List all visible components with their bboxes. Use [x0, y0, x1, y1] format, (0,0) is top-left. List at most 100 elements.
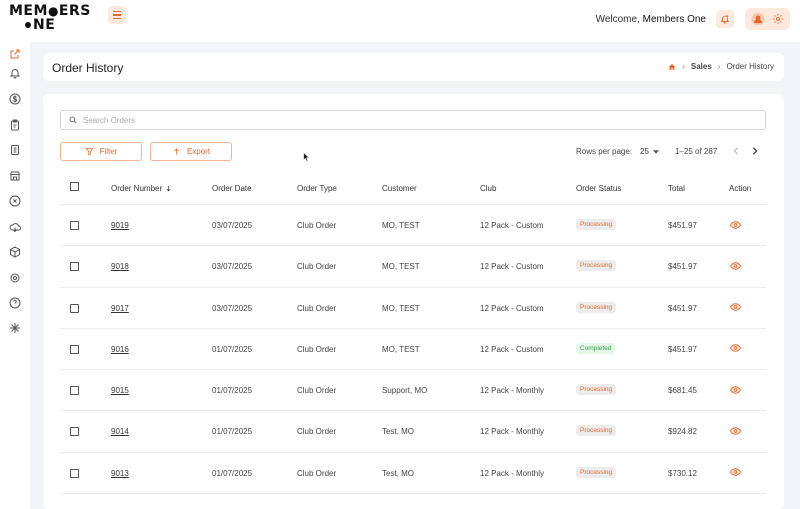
sidebar-item-external[interactable]	[8, 47, 22, 61]
orders-card: Filter Export Rows per page: 25 1–25 of …	[43, 94, 784, 509]
table-row[interactable]: 9016 01/07/2025 Club Order MO, TEST 12 Pack …	[60, 329, 766, 371]
sidebar-item-settings[interactable]	[8, 271, 22, 285]
order-date-cell: 03/07/2025	[212, 303, 253, 313]
row-checkbox[interactable]	[70, 427, 79, 437]
order-number-link[interactable]: 9014	[111, 427, 129, 436]
sidebar-item-documents[interactable]	[8, 143, 22, 157]
view-order-button[interactable]	[730, 468, 741, 477]
settings-gear-icon[interactable]	[772, 13, 784, 25]
view-eye-icon	[730, 344, 741, 353]
sidebar-item-cloud[interactable]	[8, 220, 22, 234]
notifications-button[interactable]	[716, 10, 734, 28]
chevron-left-icon	[733, 147, 739, 155]
status-badge: Processing	[576, 425, 617, 437]
sidebar-item-orders[interactable]	[8, 118, 22, 132]
row-checkbox[interactable]	[70, 221, 79, 230]
table-body: 9019 03/07/2025 Club Order MO, TEST 12 Pack …	[60, 205, 766, 495]
table-row[interactable]: 9018 03/07/2025 Club Order MO, TEST 12 Pack …	[60, 246, 766, 288]
table-row[interactable]: 9017 03/07/2025 Club Order MO, TEST 12 Pack …	[60, 288, 766, 329]
search-icon	[69, 116, 77, 124]
status-badge: Processing	[576, 219, 617, 230]
status-badge: Processing	[576, 466, 617, 478]
column-action: Action	[729, 184, 752, 193]
view-eye-icon	[730, 385, 741, 394]
order-number-link[interactable]: 9015	[111, 386, 129, 395]
previous-page-button[interactable]	[731, 145, 741, 157]
total-cell: $730.12	[668, 468, 697, 478]
next-page-button[interactable]	[750, 145, 760, 157]
club-cell: 12 Pack - Monthly	[480, 427, 545, 437]
search-input[interactable]	[83, 115, 703, 125]
row-checkbox[interactable]	[70, 262, 79, 272]
filter-button[interactable]: Filter	[60, 142, 142, 161]
view-order-button[interactable]	[730, 220, 741, 229]
table-row[interactable]: 9015 01/07/2025 Club Order Support, MO 12 Pa…	[60, 370, 766, 412]
sidebar-item-sales[interactable]	[8, 92, 22, 106]
bell-icon	[720, 15, 730, 24]
order-number-link[interactable]: 9019	[111, 221, 129, 230]
sidebar-item-store[interactable]	[8, 169, 22, 183]
club-cell: 12 Pack - Custom	[480, 303, 544, 313]
customer-cell: Support, MO	[382, 386, 428, 396]
table-row[interactable]: 9019 03/07/2025 Club Order MO, TEST 12 Pack …	[60, 205, 766, 247]
search-box[interactable]	[60, 110, 766, 130]
pagination-range: 1–25 of 287	[675, 147, 718, 156]
total-cell: $681.45	[668, 386, 697, 396]
view-order-button[interactable]	[730, 385, 741, 394]
home-icon[interactable]	[668, 63, 676, 71]
sidebar-item-integrations[interactable]	[8, 321, 22, 335]
customer-cell: MO, TEST	[382, 221, 420, 230]
welcome-user-name: Members One	[642, 14, 706, 25]
dollar-icon	[9, 93, 21, 105]
chevron-right-icon	[752, 147, 758, 155]
table-header: Order Number Order Date Order Type Custo…	[60, 173, 766, 205]
user-avatar-icon[interactable]	[751, 12, 765, 26]
breadcrumb-item-sales[interactable]: Sales	[691, 62, 712, 71]
menu-toggle-button[interactable]	[108, 6, 126, 24]
brand-logo[interactable]: MEM●ERS NE	[9, 4, 91, 34]
top-header: MEM●ERS NE Welcome, Members One	[0, 0, 800, 42]
view-order-button[interactable]	[730, 344, 741, 353]
customer-cell: MO, TEST	[382, 262, 420, 272]
row-checkbox[interactable]	[70, 344, 79, 354]
order-number-link[interactable]: 9016	[111, 345, 129, 354]
column-order-date: Order Date	[212, 184, 252, 193]
table-row[interactable]: 9013 01/07/2025 Club Order Test, MO 12 Pack …	[60, 453, 766, 495]
welcome-text: Welcome, Members One	[595, 14, 706, 25]
order-type-cell: Club Order	[297, 427, 337, 437]
cloud-icon	[9, 223, 21, 233]
sidebar-item-notifications[interactable]	[8, 66, 22, 80]
user-menu[interactable]	[745, 8, 790, 30]
column-club: Club	[480, 184, 497, 193]
breadcrumb-separator: ›	[682, 62, 685, 71]
order-number-link[interactable]: 9013	[111, 469, 129, 478]
club-cell: 12 Pack - Monthly	[480, 386, 545, 396]
export-button[interactable]: Export	[150, 142, 232, 161]
view-order-button[interactable]	[730, 426, 741, 435]
column-order-number[interactable]: Order Number	[111, 184, 172, 193]
customer-cell: Test, MO	[382, 427, 415, 437]
breadcrumb-item-current: Order History	[726, 62, 774, 71]
export-button-label: Export	[186, 147, 211, 156]
order-type-cell: Club Order	[297, 386, 337, 396]
sidebar-item-cancel[interactable]	[8, 194, 22, 208]
row-checkbox[interactable]	[70, 303, 79, 313]
sidebar-item-help[interactable]	[8, 296, 22, 310]
column-customer: Customer	[382, 184, 417, 193]
row-checkbox[interactable]	[70, 468, 79, 478]
order-number-link[interactable]: 9017	[111, 304, 129, 313]
breadcrumb-separator: ›	[717, 62, 721, 71]
rows-per-page-select[interactable]: 25	[640, 147, 659, 156]
table-row[interactable]: 9014 01/07/2025 Club Order Test, MO 12 Pack …	[60, 411, 766, 453]
document-icon	[11, 145, 19, 155]
view-order-button[interactable]	[730, 261, 741, 270]
sidebar-item-products[interactable]	[8, 245, 22, 259]
view-order-button[interactable]	[730, 303, 741, 312]
order-number-link[interactable]: 9018	[111, 262, 129, 271]
select-all-checkbox[interactable]	[70, 182, 79, 191]
status-badge: Processing	[576, 260, 617, 272]
row-checkbox[interactable]	[70, 386, 79, 396]
order-date-cell: 01/07/2025	[212, 427, 253, 437]
sort-arrow-down-icon[interactable]	[165, 185, 172, 192]
page-header: Order History › Sales › Order History	[43, 53, 784, 81]
